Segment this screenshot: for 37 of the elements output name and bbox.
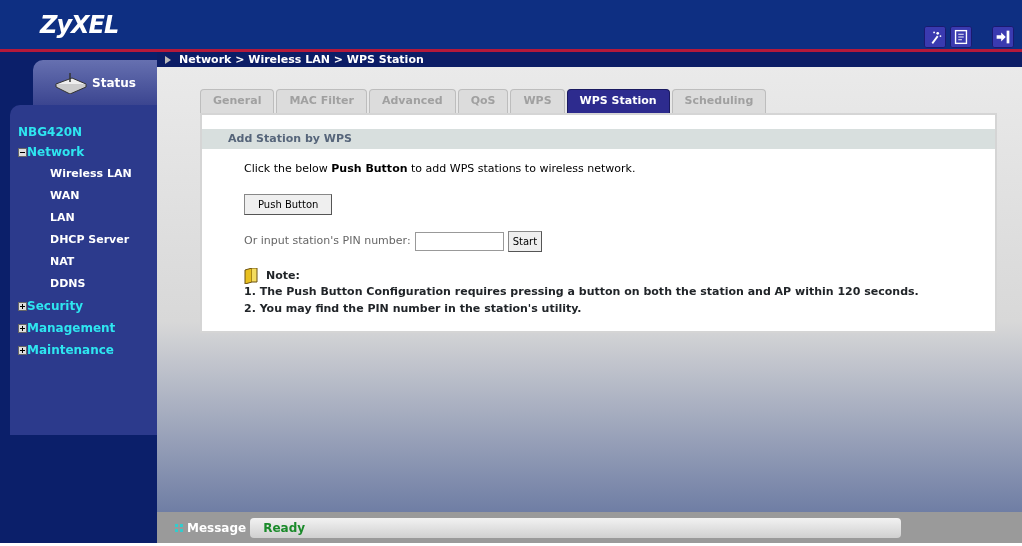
tree-item[interactable]: WAN: [50, 189, 80, 202]
push-button[interactable]: Push Button: [244, 193, 333, 215]
bullet-icon: [175, 523, 183, 532]
expand-icon[interactable]: [18, 301, 27, 311]
message-label: Message: [187, 519, 247, 537]
expand-icon[interactable]: [18, 345, 27, 355]
note-text: 1. The Push Button Configuration requires pressing a button on both the station and AP within 120 seconds.: [244, 284, 920, 300]
message-field: Ready: [250, 517, 902, 538]
tree-item[interactable]: DHCP Server: [50, 233, 130, 246]
pin-label: Or input station's PIN number:: [244, 232, 411, 249]
pin-field[interactable]: [414, 231, 504, 251]
device-name: NBG420N: [18, 124, 84, 141]
tree-item[interactable]: DDNS: [50, 277, 86, 290]
document-icon[interactable]: [950, 25, 972, 48]
tab[interactable]: WPS Station: [566, 89, 670, 113]
note-icon: [244, 267, 258, 284]
status-tab[interactable]: Status: [33, 60, 157, 105]
breadcrumb: Network > Wireless LAN > WPS Station: [179, 52, 424, 67]
note-title: Note:: [266, 267, 300, 284]
wizard-icon[interactable]: [924, 25, 946, 48]
expand-icon[interactable]: [18, 323, 27, 333]
tree-item[interactable]: Wireless LAN: [50, 167, 132, 180]
router-icon: [54, 71, 89, 94]
start-button[interactable]: Start: [507, 230, 543, 252]
section-title: Add Station by WPS: [202, 128, 995, 149]
instruction-text: Click the below Push Button to add WPS stations to wireless network.: [244, 161, 637, 177]
tree-item[interactable]: NAT: [50, 255, 75, 268]
tree-item[interactable]: Maintenance: [27, 339, 114, 361]
tree-item[interactable]: Management: [27, 317, 116, 339]
tree-item[interactable]: Security: [27, 295, 84, 317]
collapse-icon[interactable]: [18, 147, 27, 157]
tree-item[interactable]: LAN: [50, 211, 75, 224]
logo: ZyXEL: [40, 9, 119, 41]
logout-icon[interactable]: [992, 25, 1014, 48]
note-text: 2. You may find the PIN number in the station's utility.: [244, 300, 583, 317]
bullet-icon: [165, 55, 171, 64]
tree-item[interactable]: Network: [27, 141, 85, 163]
